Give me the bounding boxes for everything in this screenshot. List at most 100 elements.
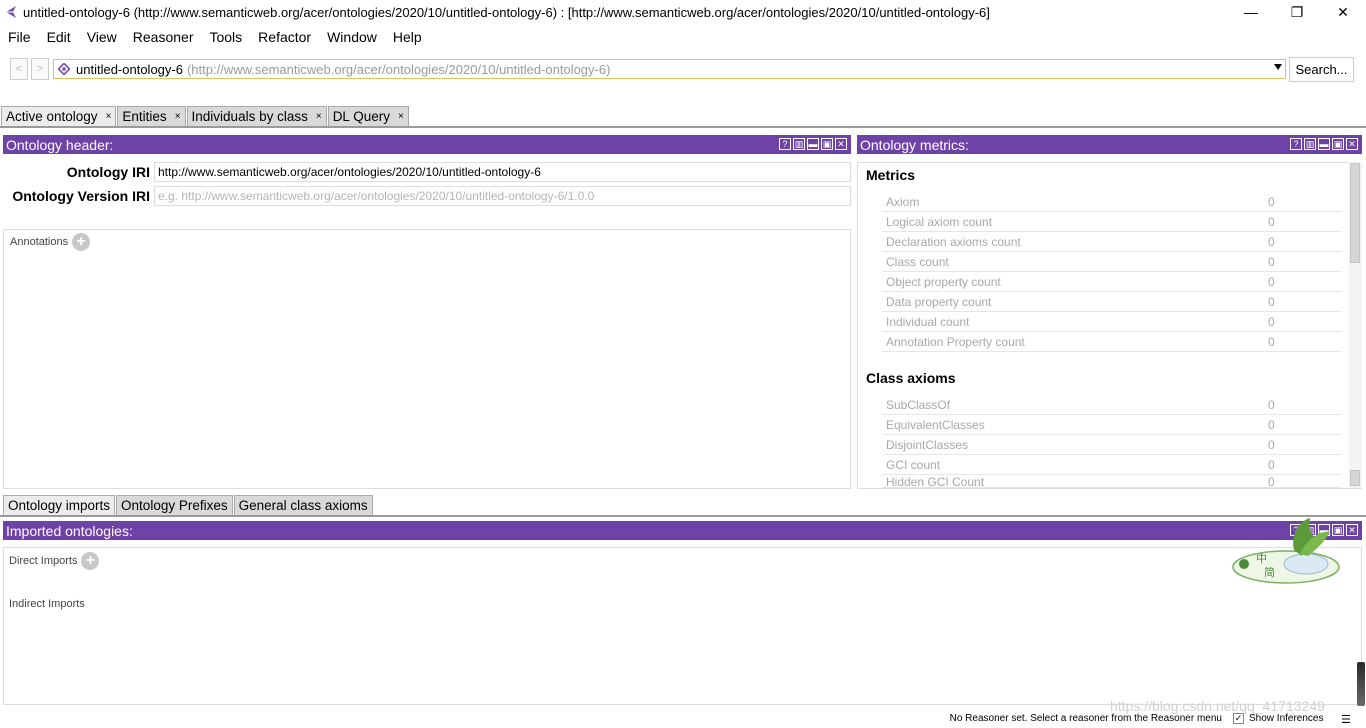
metric-value: 0 <box>1268 417 1275 432</box>
imported-ontologies-panel-title: Imported ontologies: ? ▥ ▬ ▣ ✕ <box>3 521 1362 540</box>
tab-close-icon[interactable]: × <box>398 111 404 122</box>
title-bar: untitled-ontology-6 (http://www.semantic… <box>0 0 1366 24</box>
metric-name: GCI count <box>886 457 941 472</box>
scrollbar-thumb-lower[interactable] <box>1350 470 1360 486</box>
help-icon[interactable]: ? <box>779 138 791 150</box>
metric-value: 0 <box>1268 214 1275 229</box>
metric-row: Declaration axioms count 0 <box>882 232 1342 252</box>
menu-reasoner[interactable]: Reasoner <box>125 29 202 45</box>
maximize-view-icon[interactable]: ▣ <box>821 138 833 150</box>
metric-row: Individual count 0 <box>882 312 1342 332</box>
menu-tools[interactable]: Tools <box>201 29 250 45</box>
tab-label: Ontology Prefixes <box>121 498 228 513</box>
restore-button[interactable]: ❐ <box>1274 0 1320 24</box>
tab-dl-query[interactable]: DL Query × <box>327 106 409 127</box>
search-button[interactable]: Search... <box>1289 57 1354 82</box>
metric-row: Class count 0 <box>882 252 1342 272</box>
panel-title: Ontology header: <box>6 136 114 153</box>
metric-value: 0 <box>1268 274 1275 289</box>
tab-ontology-imports[interactable]: Ontology imports <box>3 495 116 516</box>
metric-row: Data property count 0 <box>882 292 1342 312</box>
tab-label: Entities <box>122 109 167 124</box>
panel-controls: ? ▥ ▬ ▣ ✕ <box>779 138 847 150</box>
menu-window[interactable]: Window <box>319 29 385 45</box>
window-title: untitled-ontology-6 (http://www.semantic… <box>23 4 990 20</box>
metric-name: Data property count <box>886 294 992 309</box>
imports-box: Direct Imports + Indirect Imports <box>3 547 1362 705</box>
tab-close-icon[interactable]: × <box>175 111 181 122</box>
metric-name: DisjointClasses <box>886 437 969 452</box>
ontology-metrics-panel-title: Ontology metrics: ? ▥ ▬ ▣ ✕ <box>857 135 1362 154</box>
class-axiom-row: DisjointClasses 0 <box>882 435 1342 455</box>
split-view-icon[interactable]: ▥ <box>793 138 805 150</box>
back-button[interactable]: < <box>10 58 28 80</box>
tabs-divider <box>0 126 1366 128</box>
metrics-scrollbar[interactable] <box>1349 162 1362 488</box>
metric-row: Annotation Property count 0 <box>882 332 1342 352</box>
metric-value: 0 <box>1268 334 1275 349</box>
show-inferences-checkbox[interactable]: ✓ <box>1233 713 1244 724</box>
tab-entities[interactable]: Entities × <box>117 106 186 127</box>
reasoner-status-message: No Reasoner set. Select a reasoner from … <box>949 713 1222 724</box>
ontology-version-iri-field[interactable]: e.g. http://www.semanticweb.org/acer/ont… <box>154 186 851 206</box>
metric-row: Axiom 0 <box>882 192 1342 212</box>
metric-name: SubClassOf <box>886 397 951 412</box>
window-controls: — ❐ ✕ <box>1228 0 1366 24</box>
menu-refactor[interactable]: Refactor <box>250 29 319 45</box>
active-ontology-selector[interactable]: untitled-ontology-6 (http://www.semantic… <box>53 59 1286 79</box>
metric-row: Logical axiom count 0 <box>882 212 1342 232</box>
metric-name: Declaration axioms count <box>886 234 1021 249</box>
metric-row: Object property count 0 <box>882 272 1342 292</box>
tab-active-ontology[interactable]: Active ontology × <box>1 106 117 127</box>
tab-label: Ontology imports <box>8 498 111 513</box>
list-menu-icon[interactable]: ☰ <box>1341 713 1351 726</box>
tab-close-icon[interactable]: × <box>316 111 322 122</box>
tab-individuals-by-class[interactable]: Individuals by class × <box>186 106 327 127</box>
panel-title: Imported ontologies: <box>6 522 133 539</box>
metric-value: 0 <box>1268 254 1275 269</box>
menu-help[interactable]: Help <box>385 29 430 45</box>
menu-view[interactable]: View <box>79 29 125 45</box>
maximize-view-icon[interactable]: ▣ <box>1332 138 1344 150</box>
tab-label: General class axioms <box>238 498 368 513</box>
metric-name: Class count <box>886 254 949 269</box>
class-axiom-row: GCI count 0 <box>882 455 1342 475</box>
tab-ontology-prefixes[interactable]: Ontology Prefixes <box>116 495 233 516</box>
close-view-icon[interactable]: ✕ <box>835 138 847 150</box>
tab-close-icon[interactable]: × <box>106 111 112 122</box>
ontology-header-panel-title: Ontology header: ? ▥ ▬ ▣ ✕ <box>3 135 851 154</box>
bottom-tabs-divider <box>0 515 1366 517</box>
split-view-icon[interactable]: ▥ <box>1304 138 1316 150</box>
minimize-view-icon[interactable]: ▬ <box>807 138 819 150</box>
menu-file[interactable]: File <box>0 29 39 45</box>
close-view-icon[interactable]: ✕ <box>1346 138 1358 150</box>
ontology-iri: (http://www.semanticweb.org/acer/ontolog… <box>186 61 611 77</box>
main-tabs: Active ontology × Entities × Individuals… <box>1 106 410 127</box>
class-axioms-heading: Class axioms <box>866 370 956 386</box>
metric-name: Object property count <box>886 274 1001 289</box>
help-icon[interactable]: ? <box>1290 138 1302 150</box>
menu-edit[interactable]: Edit <box>39 29 79 45</box>
close-button[interactable]: ✕ <box>1320 0 1366 24</box>
ontology-iri-field[interactable]: http://www.semanticweb.org/acer/ontologi… <box>154 162 851 182</box>
ontology-version-iri-label: Ontology Version IRI <box>12 188 150 204</box>
minimize-button[interactable]: — <box>1228 0 1274 24</box>
ontology-iri-label: Ontology IRI <box>66 164 150 180</box>
metric-name: Axiom <box>886 194 920 209</box>
tab-general-class-axioms[interactable]: General class axioms <box>233 495 373 516</box>
close-view-icon[interactable]: ✕ <box>1346 524 1358 536</box>
minimize-view-icon[interactable]: ▬ <box>1318 138 1330 150</box>
dropdown-arrow-icon[interactable] <box>1274 64 1282 70</box>
direct-imports-label: Direct Imports <box>9 555 78 567</box>
add-import-icon[interactable]: + <box>81 552 100 570</box>
memory-indicator-icon <box>1357 662 1365 706</box>
metric-value: 0 <box>1268 437 1275 452</box>
metric-value: 0 <box>1268 294 1275 309</box>
metric-name: EquivalentClasses <box>886 417 985 432</box>
ime-widget-icon[interactable]: 中 简 <box>1230 512 1342 588</box>
forward-button[interactable]: > <box>31 58 49 80</box>
annotations-box: Annotations + <box>3 229 851 489</box>
metric-value: 0 <box>1268 194 1275 209</box>
scrollbar-thumb[interactable] <box>1350 163 1360 263</box>
add-annotation-icon[interactable]: + <box>72 233 91 251</box>
